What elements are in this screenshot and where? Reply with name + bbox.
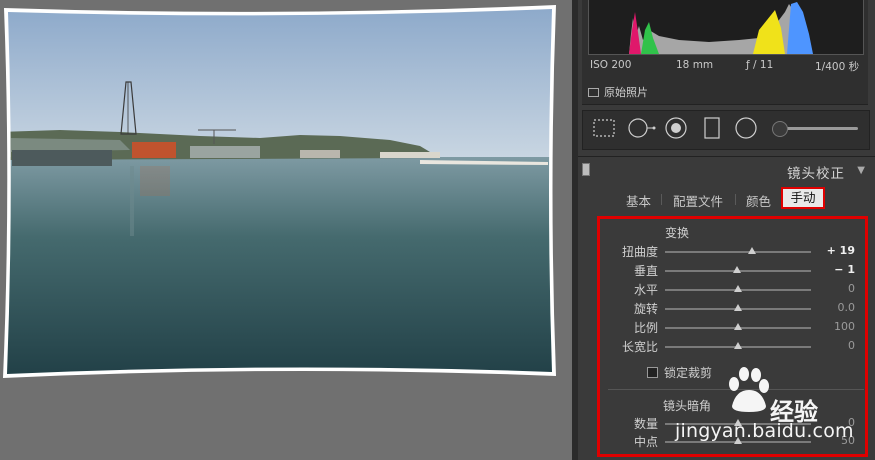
original-photo-toggle[interactable]: 原始照片 bbox=[588, 84, 648, 100]
red-eye-icon[interactable] bbox=[664, 116, 688, 140]
tool-strip bbox=[582, 110, 870, 150]
distortion-slider-handle[interactable] bbox=[747, 247, 756, 254]
panel-enable-switch[interactable] bbox=[582, 163, 590, 176]
histogram[interactable] bbox=[588, 0, 864, 55]
tab-manual[interactable]: 手动 bbox=[781, 187, 825, 209]
crop-tool-icon[interactable] bbox=[592, 118, 616, 138]
lens-vignetting-title: 镜头暗角 bbox=[663, 399, 712, 413]
vignette-amount-label: 数量 bbox=[633, 417, 658, 431]
lock-crop-toggle[interactable]: 锁定裁剪 bbox=[647, 364, 712, 381]
exif-aperture: ƒ / 11 bbox=[746, 59, 774, 71]
original-photo-checkbox[interactable] bbox=[588, 87, 599, 97]
spot-removal-icon[interactable] bbox=[627, 116, 657, 140]
lock-crop-checkbox[interactable] bbox=[647, 367, 658, 378]
lens-correction-title: 镜头校正 bbox=[787, 166, 845, 182]
tab-separator bbox=[735, 194, 736, 205]
scale-value[interactable]: 100 bbox=[810, 320, 855, 333]
transform-title: 变换 bbox=[665, 226, 690, 240]
watermark-url: jingyan.baidu.com bbox=[675, 420, 854, 442]
radial-filter-icon[interactable] bbox=[734, 116, 758, 140]
aspect-label: 长宽比 bbox=[621, 340, 658, 354]
rotate-value[interactable]: 0.0 bbox=[810, 301, 856, 314]
vertical-value[interactable]: − 1 bbox=[810, 263, 855, 276]
vertical-slider-handle[interactable] bbox=[733, 266, 742, 273]
lens-correction-header[interactable]: 镜头校正 ▼ bbox=[578, 156, 875, 185]
lock-crop-label: 锁定裁剪 bbox=[664, 366, 713, 380]
photo-preview[interactable] bbox=[0, 0, 572, 460]
graduated-filter-icon[interactable] bbox=[702, 116, 722, 140]
baidu-paw-logo bbox=[729, 367, 769, 412]
vertical-label: 垂直 bbox=[633, 264, 658, 278]
exif-focal-length: 18 mm bbox=[676, 59, 714, 71]
aspect-value[interactable]: 0 bbox=[810, 339, 855, 352]
horizontal-slider-handle[interactable] bbox=[734, 285, 742, 292]
original-photo-label: 原始照片 bbox=[604, 86, 648, 99]
tab-color[interactable]: 颜色 bbox=[746, 191, 771, 210]
scale-slider-handle[interactable] bbox=[734, 323, 742, 330]
vignette-midpoint-label: 中点 bbox=[633, 435, 658, 449]
distortion-value[interactable]: + 19 bbox=[810, 244, 855, 257]
rotate-label: 旋转 bbox=[633, 302, 658, 316]
distortion-slider[interactable] bbox=[665, 251, 811, 253]
brush-size-track[interactable] bbox=[776, 127, 858, 130]
collapse-triangle-icon[interactable]: ▼ bbox=[857, 165, 865, 176]
lens-correction-tabs: 基本 配置文件 颜色 bbox=[578, 186, 875, 212]
scale-label: 比例 bbox=[633, 321, 658, 335]
rotate-slider-handle[interactable] bbox=[734, 304, 742, 311]
exif-iso: ISO 200 bbox=[590, 59, 632, 71]
exif-shutter: 1/400 秒 bbox=[815, 61, 860, 73]
distortion-label: 扭曲度 bbox=[621, 245, 658, 259]
panel-divider bbox=[572, 0, 578, 460]
tab-profile[interactable]: 配置文件 bbox=[673, 191, 723, 210]
aspect-slider-handle[interactable] bbox=[734, 342, 742, 349]
tab-basic[interactable]: 基本 bbox=[626, 191, 651, 210]
horizontal-label: 水平 bbox=[633, 283, 658, 297]
adjustment-brush-icon[interactable] bbox=[772, 121, 788, 137]
tab-separator bbox=[661, 194, 662, 205]
horizontal-value[interactable]: 0 bbox=[810, 282, 855, 295]
photo-canvas[interactable] bbox=[0, 0, 572, 460]
